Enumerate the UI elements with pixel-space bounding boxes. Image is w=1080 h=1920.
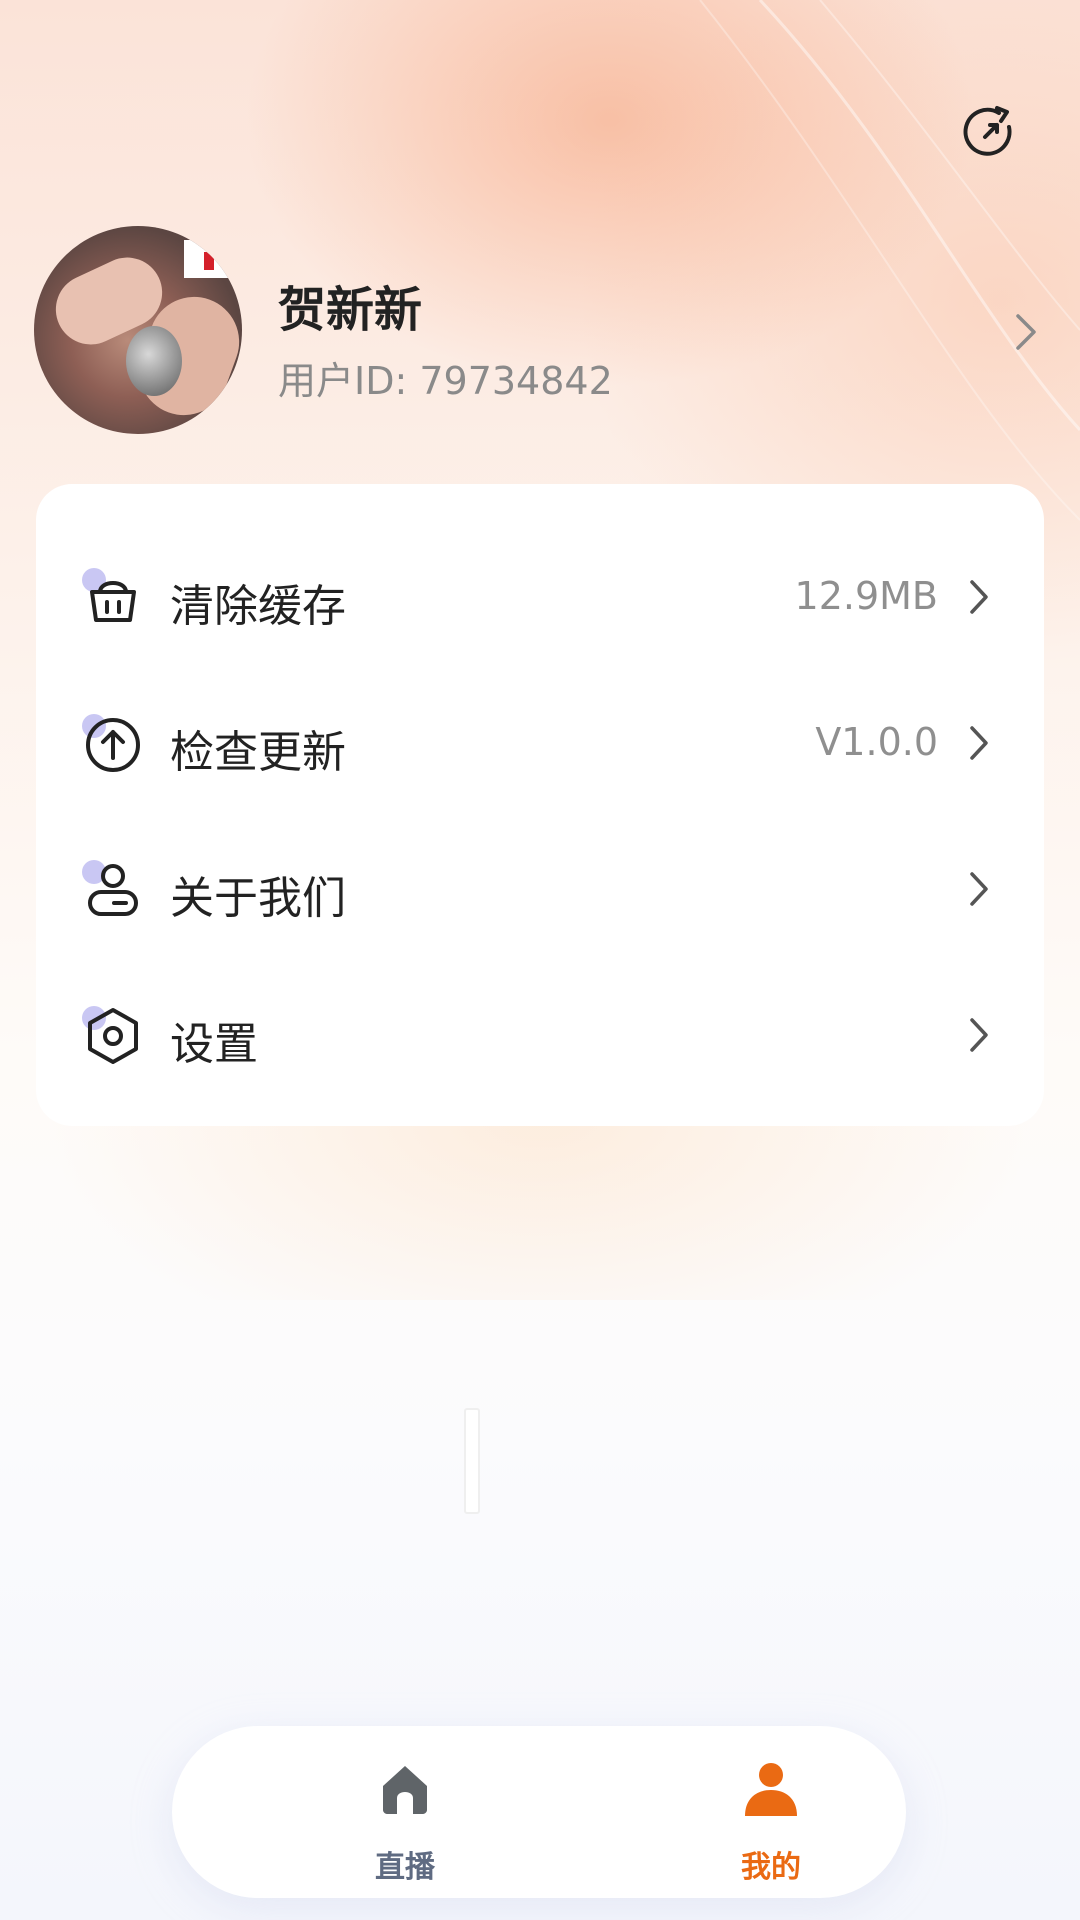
cache-size-value: 12.9MB (794, 574, 938, 618)
menu-label: 关于我们 (170, 873, 346, 924)
refresh-button[interactable] (958, 100, 1024, 166)
menu-label: 设置 (170, 1019, 258, 1070)
avatar[interactable] (34, 226, 242, 434)
chevron-right-icon (1016, 314, 1036, 350)
home-icon (383, 1766, 427, 1814)
version-value: V1.0.0 (815, 720, 938, 764)
user-id: 用户ID: 79734842 (278, 359, 613, 403)
menu-item-check-update[interactable]: 检查更新 V1.0.0 (36, 670, 1044, 816)
chevron-right-icon (970, 872, 988, 906)
tab-label: 我的 (741, 1850, 801, 1885)
settings-menu-card: 清除缓存 12.9MB 检查更新 V1.0.0 关于我们 设置 (36, 484, 1044, 1126)
hexagon-settings-icon (80, 1002, 146, 1068)
scroll-indicator (464, 1408, 480, 1514)
refresh-icon (963, 106, 1012, 156)
chevron-right-icon (970, 726, 988, 760)
tab-live[interactable]: 直播 (280, 1726, 530, 1898)
chevron-right-icon (970, 580, 988, 614)
chevron-right-icon (970, 1018, 988, 1052)
person-icon (745, 1763, 797, 1816)
tab-label: 直播 (375, 1850, 435, 1885)
user-card-icon (80, 856, 146, 922)
upload-arrow-circle-icon (80, 710, 146, 776)
bottom-tab-bar: 直播 我的 (172, 1726, 906, 1898)
user-name: 贺新新 (278, 282, 423, 338)
menu-label: 清除缓存 (170, 581, 346, 632)
basket-icon (80, 564, 146, 630)
menu-label: 检查更新 (170, 727, 346, 778)
menu-item-clear-cache[interactable]: 清除缓存 12.9MB (36, 524, 1044, 670)
menu-item-about-us[interactable]: 关于我们 (36, 816, 1044, 962)
menu-item-settings[interactable]: 设置 (36, 962, 1044, 1108)
tab-mine[interactable]: 我的 (646, 1726, 896, 1898)
profile-header[interactable]: 贺新新 用户ID: 79734842 (0, 226, 1080, 436)
